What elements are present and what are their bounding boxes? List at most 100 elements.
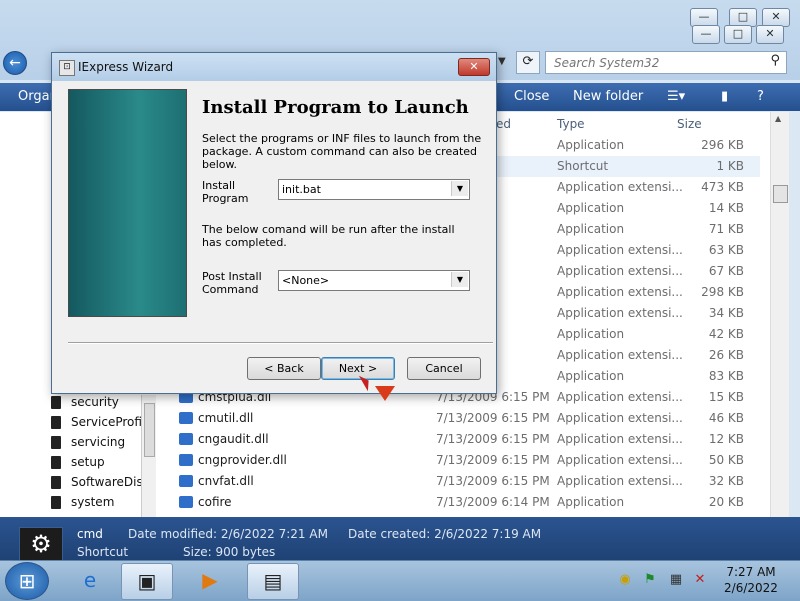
clock-time: 7:27 AM <box>726 565 776 579</box>
file-size: 63 KB <box>708 243 744 257</box>
file-type: Application <box>557 369 625 383</box>
back-button[interactable]: < Back <box>247 357 321 380</box>
dll-file-icon <box>179 433 193 445</box>
file-type: Application extensi... <box>557 306 683 320</box>
tray-disc-icon[interactable]: ◉ <box>617 572 633 588</box>
scroll-up-icon[interactable]: ▲ <box>775 114 781 123</box>
install-program-label: Install Program <box>202 179 249 205</box>
dialog-body: Install Program to Launch Select the pro… <box>57 82 493 387</box>
search-icon[interactable]: ⚲ <box>770 53 780 68</box>
chevron-down-icon[interactable]: ▼ <box>451 181 468 196</box>
column-date-modified[interactable]: ed <box>496 117 511 131</box>
dialog-close-button[interactable]: ✕ <box>458 58 490 76</box>
dll-file-icon <box>179 475 193 487</box>
file-name: cngaudit.dll <box>198 432 269 446</box>
new-folder-button[interactable]: New folder <box>573 89 643 104</box>
install-program-value[interactable]: init.bat <box>282 183 321 196</box>
next-button[interactable]: Next > <box>321 357 395 380</box>
cancel-button[interactable]: Cancel <box>407 357 481 380</box>
file-name: cmutil.dll <box>198 411 254 425</box>
page-heading: Install Program to Launch <box>202 97 469 118</box>
tray-action-center-icon[interactable]: ⚑ <box>642 572 658 588</box>
column-type[interactable]: Type <box>557 117 585 131</box>
column-size[interactable]: Size <box>677 117 702 131</box>
start-button[interactable]: ⊞ <box>5 562 49 600</box>
file-size: 34 KB <box>708 306 744 320</box>
post-install-value[interactable]: <None> <box>282 274 329 287</box>
navigation-folder-item[interactable]: SoftwareDistr <box>50 472 145 492</box>
file-date: 7/13/2009 6:15 PM <box>436 453 550 467</box>
file-type: Application extensi... <box>557 348 683 362</box>
navigation-folder-item[interactable]: security <box>50 392 145 412</box>
chevron-down-icon[interactable]: ▼ <box>451 272 468 287</box>
help-icon[interactable]: ? <box>757 89 764 104</box>
search-input[interactable] <box>552 52 756 73</box>
navigation-folder-item[interactable]: setup <box>50 452 145 472</box>
file-date: 7/13/2009 6:15 PM <box>436 474 550 488</box>
navigation-scroll-thumb[interactable] <box>144 403 155 457</box>
file-size: 32 KB <box>708 474 744 488</box>
navigation-folder-label: SoftwareDistr <box>71 475 145 489</box>
tray-network-icon[interactable]: ▦ <box>668 572 684 588</box>
file-size: 46 KB <box>708 411 744 425</box>
minimize-button[interactable]: — <box>692 25 720 44</box>
explorer-taskbar-icon[interactable]: ▤ <box>247 563 299 600</box>
navigation-folder-item[interactable]: servicing <box>50 432 145 452</box>
maximize-button[interactable]: □ <box>724 25 752 44</box>
gear-icon: ⚙ <box>19 527 63 562</box>
view-options-icon[interactable]: ☰▾ <box>667 89 685 104</box>
file-type: Application <box>557 138 625 152</box>
table-row[interactable]: cngaudit.dll 7/13/2009 6:15 PM Application… <box>160 429 760 450</box>
dll-file-icon <box>179 454 193 466</box>
file-type: Application extensi... <box>557 264 683 278</box>
close-toolbar-button[interactable]: Close <box>514 89 549 104</box>
refresh-icon[interactable]: ⟳ <box>516 51 540 74</box>
dll-file-icon <box>179 496 193 508</box>
details-size: Size: 900 bytes <box>183 545 276 559</box>
preview-pane-icon[interactable]: ▮ <box>721 89 728 104</box>
file-size: 14 KB <box>708 201 744 215</box>
wizard-banner-image <box>68 89 187 317</box>
post-install-combobox[interactable]: <None> ▼ <box>278 270 470 291</box>
dialog-titlebar: ⊡ IExpress Wizard ✕ <box>52 53 496 81</box>
history-dropdown-icon[interactable]: ▼ <box>498 52 512 72</box>
navigation-folder-item[interactable]: system <box>50 492 145 512</box>
close-button[interactable]: ✕ <box>756 25 784 44</box>
clock[interactable]: 7:27 AM 2/6/2022 <box>712 564 790 596</box>
app-icon: ⊡ <box>59 60 75 76</box>
scroll-thumb[interactable] <box>773 185 788 203</box>
navigation-scrollbar[interactable] <box>141 395 156 517</box>
table-row[interactable]: cofire 7/13/2009 6:14 PM Application 20 KB <box>160 492 760 513</box>
clock-date: 2/6/2022 <box>724 581 778 595</box>
tray-volume-icon[interactable]: ✕ <box>692 572 708 588</box>
folder-icon <box>51 416 61 429</box>
back-arrow-icon[interactable]: ← <box>3 51 27 75</box>
folder-icon <box>51 436 61 449</box>
file-type: Application <box>557 201 625 215</box>
file-size: 296 KB <box>701 138 744 152</box>
internet-explorer-icon[interactable]: e <box>65 563 115 598</box>
details-kind: Shortcut <box>77 545 129 559</box>
file-type: Application extensi... <box>557 453 683 467</box>
folder-icon <box>51 456 61 469</box>
media-player-icon[interactable]: ▶ <box>185 563 235 598</box>
navigation-folder-label: system <box>71 495 115 509</box>
file-type: Application extensi... <box>557 432 683 446</box>
details-pane: cmd Shortcut Date modified: 2/6/2022 7:2… <box>0 517 800 560</box>
file-type: Application <box>557 327 625 341</box>
file-name: cnvfat.dll <box>198 474 254 488</box>
table-row[interactable]: cnvfat.dll 7/13/2009 6:15 PM Application e… <box>160 471 760 492</box>
post-install-label: Post Install Command <box>202 270 262 296</box>
install-program-combobox[interactable]: init.bat ▼ <box>278 179 470 200</box>
navigation-folder-item[interactable]: ServiceProfile <box>50 412 145 432</box>
file-list-scrollbar[interactable]: ▲ <box>770 112 789 517</box>
table-row[interactable]: cmutil.dll 7/13/2009 6:15 PM Application e… <box>160 408 760 429</box>
folder-icon <box>51 396 61 409</box>
page-description: Select the programs or INF files to laun… <box>202 132 482 171</box>
file-type: Application extensi... <box>557 390 683 404</box>
file-type: Application extensi... <box>557 243 683 257</box>
iexpress-taskbar-icon[interactable]: ▣ <box>121 563 173 600</box>
file-size: 12 KB <box>708 432 744 446</box>
search-box[interactable]: ⚲ <box>545 51 787 74</box>
table-row[interactable]: cngprovider.dll 7/13/2009 6:15 PM Applicat… <box>160 450 760 471</box>
